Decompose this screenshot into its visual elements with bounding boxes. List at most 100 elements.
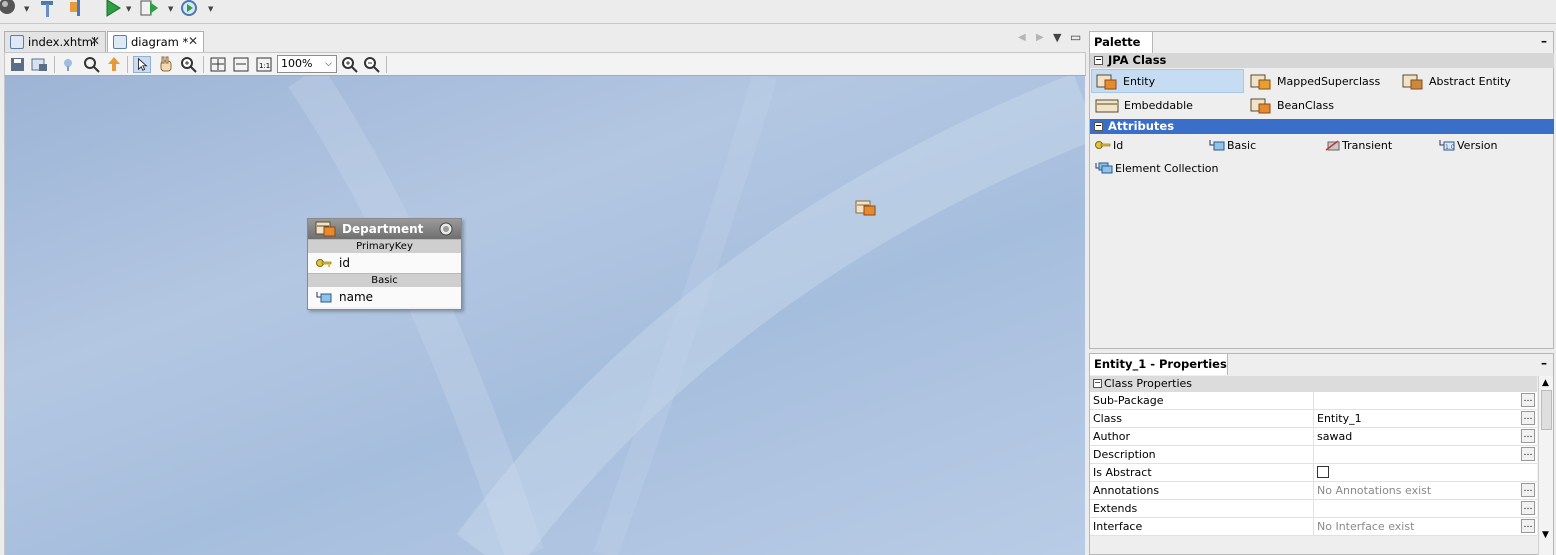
collapse-entity-icon[interactable] [439,222,453,236]
property-value[interactable]: sawad [1313,428,1521,445]
property-row-sub-package[interactable]: Sub-Package … [1090,392,1537,410]
actual-size-icon[interactable]: 1:1 [255,56,273,73]
property-row-annotations[interactable]: Annotations No Annotations exist … [1090,482,1537,500]
palette-item-bean-class[interactable]: BeanClass [1246,93,1396,117]
profile-icon[interactable] [180,0,198,18]
attribute-row-name[interactable]: name [308,287,461,307]
clean-build-icon[interactable] [68,0,86,18]
minimize-icon[interactable]: – [1541,34,1547,48]
tab-label: diagram * [131,35,189,49]
palette-item-embeddable[interactable]: Embeddable [1091,93,1244,117]
zoom-level-select[interactable]: 100% ⌵ [277,55,337,73]
ellipsis-button[interactable]: … [1521,483,1535,497]
chevron-down-icon[interactable]: ▼ [168,5,175,13]
palette-item-label: Id [1113,138,1124,152]
chevron-down-icon[interactable]: ▼ [126,5,133,13]
tab-properties[interactable]: Entity_1 - Properties ✕ [1090,354,1228,391]
abstract-entity-icon [1402,74,1423,89]
fit-diagram-icon[interactable] [209,56,227,73]
palette-item-label: Entity [1123,74,1156,88]
chevron-down-icon[interactable]: ▼ [24,5,31,13]
ellipsis-button[interactable]: … [1521,393,1535,407]
search-icon[interactable] [83,56,101,73]
tab-index-xhtml[interactable]: index.xhtml ✕ [4,31,106,52]
property-row-class[interactable]: Class Entity_1 … [1090,410,1537,428]
zoom-in-icon[interactable] [341,56,359,73]
hammer-icon[interactable] [38,0,56,18]
scroll-left-icon[interactable]: ◀ [1018,32,1026,43]
property-value[interactable]: No Interface exist [1313,518,1521,535]
pan-tool-icon[interactable] [157,56,175,73]
palette-item-id[interactable]: Id [1091,134,1201,156]
select-tool-icon[interactable] [133,56,151,73]
property-row-description[interactable]: Description … [1090,446,1537,464]
save-icon[interactable] [9,56,27,73]
chevron-down-icon[interactable]: ▼ [208,5,215,13]
property-value[interactable] [1313,392,1521,409]
maximize-icon[interactable]: ▭ [1070,30,1081,44]
palette-item-mapped-superclass[interactable]: MappedSuperclass [1246,69,1396,93]
scroll-up-icon[interactable]: ▲ [1542,378,1549,388]
is-abstract-checkbox[interactable] [1317,466,1329,478]
palette-item-element-collection[interactable]: Element Collection [1091,157,1231,179]
entity-widget-department[interactable]: Department PrimaryKey id Basic name [307,218,462,310]
property-value[interactable]: No Annotations exist [1313,482,1521,499]
property-row-author[interactable]: Author sawad … [1090,428,1537,446]
property-row-is-abstract[interactable]: Is Abstract [1090,464,1537,482]
property-value[interactable] [1313,446,1521,463]
property-row-interface[interactable]: Interface No Interface exist … [1090,518,1537,536]
run-icon[interactable] [104,0,122,18]
ellipsis-button[interactable]: … [1521,411,1535,425]
close-icon[interactable]: ✕ [188,34,198,48]
category-label: JPA Class [1108,53,1167,67]
property-name: Author [1093,430,1131,443]
property-value[interactable]: Entity_1 [1313,410,1521,427]
scrollbar-thumb[interactable] [1541,390,1552,430]
fit-width-icon[interactable] [232,56,250,73]
palette-item-label: BeanClass [1277,98,1334,112]
debug-icon[interactable] [140,0,158,18]
properties-tab-label: Entity_1 - Properties [1094,357,1227,371]
diagram-canvas[interactable]: Department PrimaryKey id Basic name [4,76,1085,555]
palette-item-basic[interactable]: Basic [1205,134,1315,156]
collapse-icon[interactable]: − [1093,379,1102,388]
zoom-tool-icon[interactable] [180,56,198,73]
palette-item-abstract-entity[interactable]: Abstract Entity [1398,69,1548,93]
palette-item-transient[interactable]: Transient [1320,134,1430,156]
ellipsis-button[interactable]: … [1521,429,1535,443]
palette-item-version[interactable]: 1.0 Version [1435,134,1545,156]
close-icon[interactable]: ✕ [90,34,100,48]
globe-icon[interactable] [0,0,18,18]
property-name: Interface [1093,520,1143,533]
tab-list-icon[interactable]: ▼ [1053,31,1061,44]
main-toolbar: ▼ ▼ ▼ ▼ [0,0,1556,24]
property-name: Extends [1093,502,1138,515]
properties-scrollbar[interactable]: ▲ ▼ [1538,376,1553,555]
element-collection-icon [1095,162,1113,174]
zoom-out-icon[interactable] [363,56,381,73]
entity-header[interactable]: Department [308,219,461,239]
validate-icon[interactable] [59,56,77,73]
scroll-right-icon[interactable]: ▶ [1036,32,1044,43]
property-row-extends[interactable]: Extends … [1090,500,1537,518]
xhtml-file-icon [10,35,24,49]
group-label: Class Properties [1104,377,1193,390]
scroll-down-icon[interactable]: ▼ [1542,530,1549,540]
ellipsis-button[interactable]: … [1521,501,1535,515]
collapse-icon[interactable]: − [1094,122,1103,131]
export-image-icon[interactable] [31,56,49,73]
property-value[interactable] [1313,500,1521,517]
palette-item-entity[interactable]: Entity [1091,69,1244,93]
minimize-icon[interactable]: – [1541,356,1547,370]
entity-icon [1096,74,1117,89]
ellipsis-button[interactable]: … [1521,447,1535,461]
ellipsis-button[interactable]: … [1521,519,1535,533]
palette-category-attributes[interactable]: − Attributes [1090,119,1554,134]
tab-palette[interactable]: Palette ✕ [1090,32,1153,69]
attribute-row-id[interactable]: id [308,253,461,273]
collapse-icon[interactable]: − [1094,56,1103,65]
tab-diagram[interactable]: diagram * ✕ [107,31,204,52]
class-properties-group[interactable]: − Class Properties [1090,376,1537,392]
palette-category-jpa-class[interactable]: − JPA Class [1090,53,1554,68]
relation-icon[interactable] [105,56,123,73]
